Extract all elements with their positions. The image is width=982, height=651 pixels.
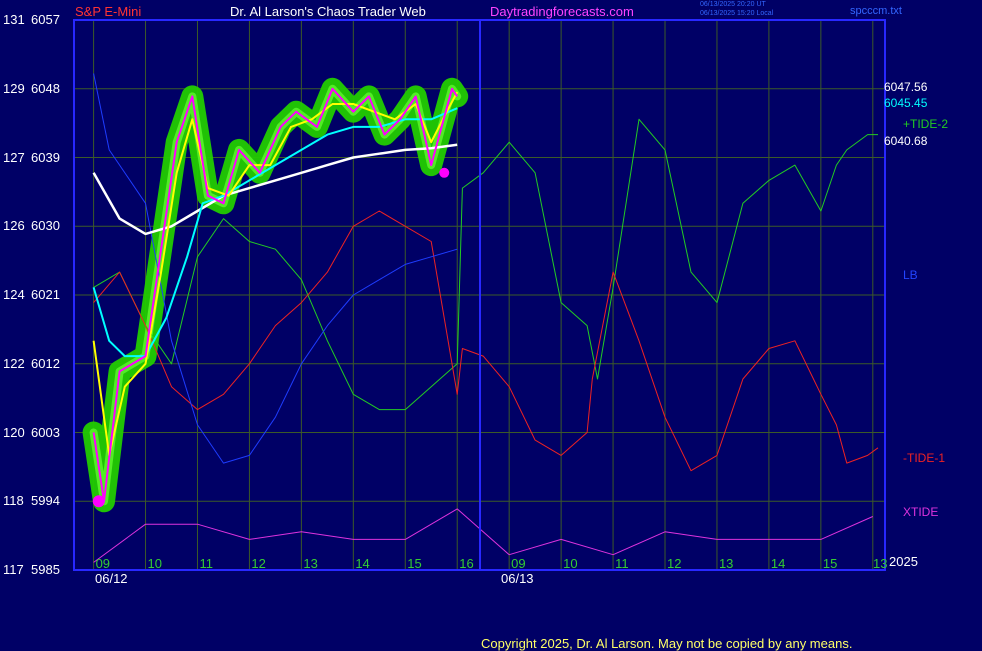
y-tick-tide: 129	[3, 80, 25, 96]
x-tick-hour: 12	[251, 556, 266, 571]
chart-canvas	[73, 19, 886, 571]
y-tick-price: 5994	[31, 493, 60, 509]
chart-series	[82, 73, 879, 563]
fast-ma-value: 6047.56	[884, 80, 928, 94]
x-tick-hour: 11	[199, 556, 213, 571]
y-tick-tide: 124	[3, 287, 25, 302]
y-tick-tide: 126	[3, 218, 25, 234]
y-tick-tide: 120	[3, 424, 25, 440]
x-tick-hour: 14	[770, 556, 786, 571]
date-label: 06/12	[95, 571, 128, 586]
local-time: 06/13/2025 15:20 Local	[700, 10, 774, 17]
x-tick-hour: 10	[563, 556, 578, 571]
tide-minus1-line	[93, 210, 879, 472]
lb-label: LB	[903, 268, 918, 282]
y-tick-price: 6012	[31, 355, 60, 371]
year-label: 2025	[889, 554, 918, 569]
tide-minus1-label: -TIDE-1	[903, 451, 945, 465]
x-tick-hour: 11	[615, 556, 629, 571]
x-tick-hour: 13	[718, 556, 734, 571]
file-name: spcccm.txt	[850, 5, 902, 17]
x-tick-hour: 13	[873, 556, 888, 571]
x-tick-hour: 14	[355, 556, 370, 571]
y-tick-price: 6021	[31, 287, 60, 302]
y-tick-price: 6030	[31, 218, 60, 234]
xtide-label: XTIDE	[903, 505, 939, 519]
symbol-title: S&P E-Mini	[75, 4, 142, 19]
mid-ma-value: 6045.45	[884, 96, 928, 110]
y-tick-tide: 122	[3, 355, 25, 371]
x-tick-hour: 15	[407, 556, 422, 571]
price-low-dot	[92, 495, 105, 508]
y-tick-price: 6057	[31, 12, 60, 27]
y-tick-tide: 131	[3, 12, 25, 27]
tide-plus2-label: +TIDE-2	[903, 117, 949, 131]
slow-ma-value: 6040.68	[884, 134, 928, 148]
y-tick-tide: 118	[3, 493, 24, 509]
copyright-notice: Copyright 2025, Dr. Al Larson. May not b…	[481, 636, 853, 651]
x-tick-hour: 09	[511, 556, 526, 571]
x-tick-hour: 13	[303, 556, 318, 571]
y-tick-price: 6003	[31, 424, 60, 440]
y-tick-price: 5985	[31, 562, 60, 577]
xtide-line	[93, 508, 874, 563]
x-tick-hour: 16	[459, 556, 474, 571]
y-tick-tide: 127	[3, 149, 25, 165]
date-label: 06/13	[501, 571, 534, 586]
x-tick-hour: 12	[667, 556, 682, 571]
chart-title: Dr. Al Larson's Chaos Trader Web	[230, 4, 426, 19]
x-tick-hour: 10	[147, 556, 162, 571]
y-tick-price: 6039	[31, 149, 60, 165]
utc-time: 06/13/2025 20:20 UT	[700, 1, 766, 8]
site-link[interactable]: Daytradingforecasts.com	[490, 4, 634, 19]
y-tick-tide: 117	[3, 562, 24, 577]
x-tick-hour: 09	[95, 556, 111, 571]
price-marker-dot	[439, 167, 450, 178]
y-tick-price: 6048	[31, 80, 60, 96]
x-tick-hour: 15	[822, 556, 838, 571]
